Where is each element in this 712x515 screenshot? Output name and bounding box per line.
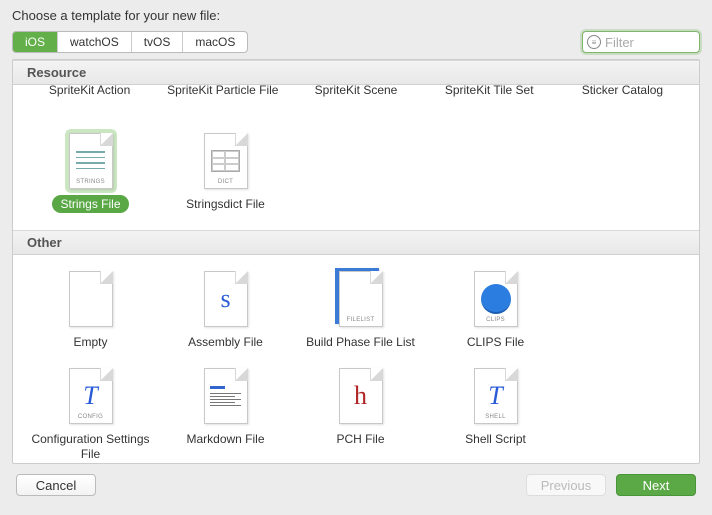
section-header-resource: Resource <box>13 60 699 85</box>
template-label: Shell Script <box>465 432 526 446</box>
template-item-pch-file[interactable]: h PCH File <box>293 364 428 462</box>
platform-tabbar: iOS watchOS tvOS macOS <box>12 31 248 53</box>
clips-file-icon: CLIPS <box>474 271 518 327</box>
config-file-icon: T CONFIG <box>69 368 113 424</box>
template-label: CLIPS File <box>467 335 524 349</box>
template-label: PCH File <box>336 432 384 446</box>
filter-input[interactable] <box>605 35 695 50</box>
tab-macos[interactable]: macOS <box>183 32 247 52</box>
template-item-build-phase-file-list[interactable]: FILELIST Build Phase File List <box>293 267 428 350</box>
template-item-strings-file[interactable]: STRINGS Strings File <box>23 129 158 212</box>
previous-button: Previous <box>526 474 606 496</box>
strings-file-icon: STRINGS <box>69 133 113 189</box>
template-item-stringsdict-file[interactable]: DICT Stringsdict File <box>158 129 293 212</box>
stringsdict-file-icon: DICT <box>204 133 248 189</box>
filelist-icon: FILELIST <box>339 271 383 327</box>
tab-tvos[interactable]: tvOS <box>132 32 184 52</box>
template-item-spritekit-scene[interactable]: SpriteKit Scene <box>289 85 422 97</box>
template-item-shell-script[interactable]: T SHELL Shell Script <box>428 364 563 462</box>
cancel-button[interactable]: Cancel <box>16 474 96 496</box>
template-item-config-settings-file[interactable]: T CONFIG Configuration Settings File <box>23 364 158 462</box>
template-label: Markdown File <box>186 432 264 446</box>
section-header-other: Other <box>13 230 699 255</box>
assembly-file-icon: s <box>204 271 248 327</box>
empty-file-icon <box>69 271 113 327</box>
template-item-spritekit-tileset[interactable]: SpriteKit Tile Set <box>423 85 556 97</box>
template-label: Assembly File <box>188 335 263 349</box>
template-item-sticker-catalog[interactable]: Sticker Catalog <box>556 85 689 97</box>
filter-field[interactable]: ≡ <box>582 31 700 53</box>
markdown-file-icon <box>204 368 248 424</box>
filter-icon: ≡ <box>587 35 601 49</box>
dialog-title: Choose a template for your new file: <box>12 8 700 23</box>
template-label: Build Phase File List <box>306 335 415 349</box>
template-label: Configuration Settings File <box>31 432 149 461</box>
tab-watchos[interactable]: watchOS <box>58 32 132 52</box>
template-label: Stringsdict File <box>186 197 265 211</box>
template-item-markdown-file[interactable]: Markdown File <box>158 364 293 462</box>
template-label: Empty <box>73 335 107 349</box>
template-item-clips-file[interactable]: CLIPS CLIPS File <box>428 267 563 350</box>
next-button[interactable]: Next <box>616 474 696 496</box>
template-item-spritekit-action[interactable]: SpriteKit Action <box>23 85 156 97</box>
template-item-spritekit-particle[interactable]: SpriteKit Particle File <box>156 85 289 97</box>
template-item-assembly-file[interactable]: s Assembly File <box>158 267 293 350</box>
template-item-empty[interactable]: Empty <box>23 267 158 350</box>
pch-file-icon: h <box>339 368 383 424</box>
template-label: Strings File <box>52 195 128 213</box>
shell-script-icon: T SHELL <box>474 368 518 424</box>
template-area: Resource SpriteKit Action SpriteKit Part… <box>12 59 700 464</box>
tab-ios[interactable]: iOS <box>13 32 58 52</box>
